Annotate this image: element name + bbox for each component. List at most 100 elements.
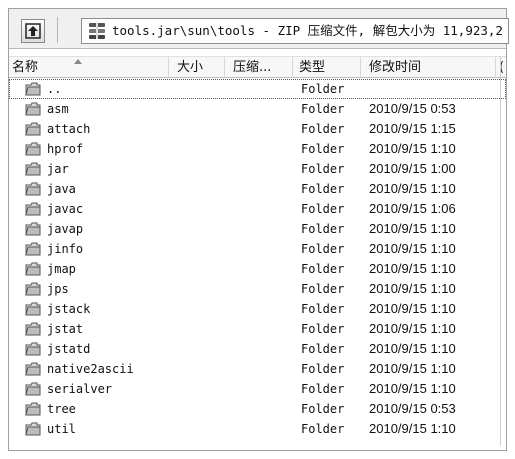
column-header-compressed[interactable]: 压缩... — [225, 57, 293, 78]
row-modified: 2010/9/15 1:10 — [369, 381, 456, 396]
row-name: jps — [47, 282, 69, 296]
table-row[interactable]: javac Folder 2010/9/15 1:06 — [9, 199, 506, 219]
row-name: javac — [47, 202, 84, 216]
row-type: Folder — [301, 282, 345, 296]
row-type: Folder — [301, 242, 345, 256]
table-row[interactable]: jmap Folder 2010/9/15 1:10 — [9, 259, 506, 279]
row-type: Folder — [301, 362, 345, 376]
table-row[interactable]: tree Folder 2010/9/15 0:53 — [9, 399, 506, 419]
row-modified: 2010/9/15 1:10 — [369, 341, 456, 356]
row-name: attach — [47, 122, 91, 136]
path-toolbar: tools.jar\sun\tools - ZIP 压缩文件, 解包大小为 11… — [9, 9, 509, 49]
column-header-type[interactable]: 类型 — [293, 57, 361, 78]
row-modified: 2010/9/15 1:15 — [369, 121, 456, 136]
column-header-extra[interactable]: ( — [496, 57, 508, 78]
table-row[interactable]: asm Folder 2010/9/15 0:53 — [9, 99, 506, 119]
sort-ascending-icon — [74, 59, 82, 64]
table-row[interactable]: javap Folder 2010/9/15 1:10 — [9, 219, 506, 239]
row-name: java — [47, 182, 76, 196]
row-name: native2ascii — [47, 362, 134, 376]
folder-icon — [25, 342, 41, 356]
table-row[interactable]: native2ascii Folder 2010/9/15 1:10 — [9, 359, 506, 379]
row-modified: 2010/9/15 0:53 — [369, 101, 456, 116]
folder-icon — [25, 262, 41, 276]
folder-icon — [25, 422, 41, 436]
row-name: asm — [47, 102, 69, 116]
row-name: hprof — [47, 142, 84, 156]
archive-path-text: tools.jar\sun\tools - ZIP 压缩文件, 解包大小为 11… — [112, 23, 503, 38]
row-type: Folder — [301, 82, 345, 96]
column-type-label: 类型 — [299, 60, 326, 75]
column-header-size[interactable]: 大小 — [169, 57, 225, 78]
folder-icon — [25, 102, 41, 116]
row-modified: 2010/9/15 1:10 — [369, 321, 456, 336]
row-type: Folder — [301, 322, 345, 336]
table-row[interactable]: jstat Folder 2010/9/15 1:10 — [9, 319, 506, 339]
row-name: jstatd — [47, 342, 91, 356]
table-row[interactable]: util Folder 2010/9/15 1:10 — [9, 419, 506, 439]
row-type: Folder — [301, 162, 345, 176]
row-modified: 2010/9/15 1:10 — [369, 361, 456, 376]
row-modified: 2010/9/15 1:10 — [369, 181, 456, 196]
row-type: Folder — [301, 182, 345, 196]
row-modified: 2010/9/15 1:10 — [369, 261, 456, 276]
row-name: jstat — [47, 322, 84, 336]
row-type: Folder — [301, 402, 345, 416]
row-modified: 2010/9/15 1:00 — [369, 161, 456, 176]
table-row[interactable]: .. Folder — [9, 79, 506, 99]
row-name: jar — [47, 162, 69, 176]
row-modified: 2010/9/15 1:10 — [369, 221, 456, 236]
folder-icon — [25, 82, 41, 96]
row-type: Folder — [301, 202, 345, 216]
folder-icon — [25, 282, 41, 296]
folder-icon — [25, 382, 41, 396]
column-compressed-label: 压缩... — [233, 60, 272, 75]
row-modified: 2010/9/15 1:10 — [369, 241, 456, 256]
table-row[interactable]: jinfo Folder 2010/9/15 1:10 — [9, 239, 506, 259]
row-modified: 2010/9/15 1:10 — [369, 301, 456, 316]
table-row[interactable]: java Folder 2010/9/15 1:10 — [9, 179, 506, 199]
column-header-name[interactable]: 名称 — [9, 57, 169, 78]
table-row[interactable]: jstatd Folder 2010/9/15 1:10 — [9, 339, 506, 359]
folder-icon — [25, 322, 41, 336]
folder-icon — [25, 302, 41, 316]
row-type: Folder — [301, 342, 345, 356]
up-folder-button[interactable] — [21, 19, 45, 43]
up-folder-icon — [25, 23, 41, 39]
row-name: jmap — [47, 262, 76, 276]
folder-icon — [25, 402, 41, 416]
row-type: Folder — [301, 302, 345, 316]
row-type: Folder — [301, 142, 345, 156]
row-type: Folder — [301, 262, 345, 276]
table-row[interactable]: jstack Folder 2010/9/15 1:10 — [9, 299, 506, 319]
row-name: .. — [47, 82, 62, 96]
folder-icon — [25, 242, 41, 256]
row-modified: 2010/9/15 1:10 — [369, 141, 456, 156]
row-name: jinfo — [47, 242, 84, 256]
row-name: javap — [47, 222, 84, 236]
table-row[interactable]: attach Folder 2010/9/15 1:15 — [9, 119, 506, 139]
folder-icon — [25, 362, 41, 376]
row-modified: 2010/9/15 0:53 — [369, 401, 456, 416]
row-type: Folder — [301, 422, 345, 436]
column-size-label: 大小 — [177, 60, 204, 75]
row-modified: 2010/9/15 1:10 — [369, 421, 456, 436]
folder-icon — [25, 122, 41, 136]
table-row[interactable]: hprof Folder 2010/9/15 1:10 — [9, 139, 506, 159]
row-name: util — [47, 422, 76, 436]
toolbar-separator — [57, 17, 58, 43]
row-type: Folder — [301, 382, 345, 396]
table-row[interactable]: jar Folder 2010/9/15 1:00 — [9, 159, 506, 179]
path-field[interactable]: tools.jar\sun\tools - ZIP 压缩文件, 解包大小为 11… — [81, 18, 509, 44]
column-header-modified[interactable]: 修改时间 — [361, 57, 496, 78]
folder-icon — [25, 202, 41, 216]
table-row[interactable]: jps Folder 2010/9/15 1:10 — [9, 279, 506, 299]
folder-icon — [25, 182, 41, 196]
row-modified: 2010/9/15 1:06 — [369, 201, 456, 216]
column-name-label: 名称 — [12, 60, 39, 75]
row-modified: 2010/9/15 1:10 — [369, 281, 456, 296]
row-name: tree — [47, 402, 76, 416]
table-row[interactable]: serialver Folder 2010/9/15 1:10 — [9, 379, 506, 399]
column-header: 名称 大小 压缩... 类型 修改时间 ( — [9, 56, 506, 78]
folder-icon — [25, 222, 41, 236]
